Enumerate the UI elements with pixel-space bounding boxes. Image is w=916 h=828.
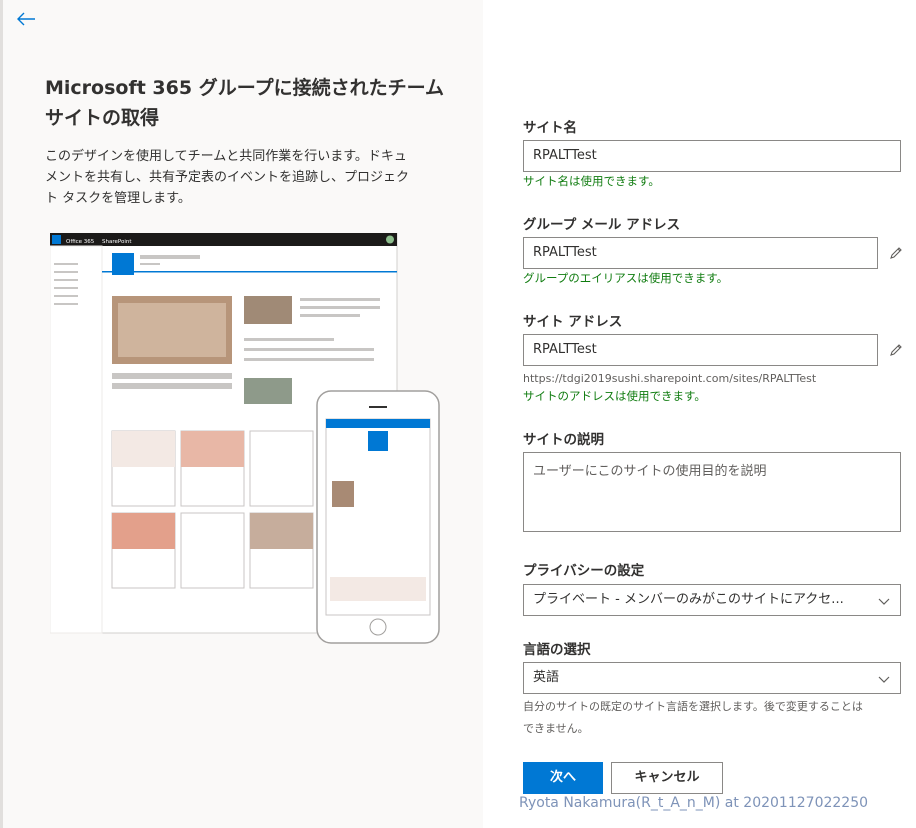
site-name-input[interactable]: RPALTTest: [523, 140, 901, 172]
site-address-status: サイトのアドレスは使用できます。: [523, 389, 706, 403]
edit-group-email-icon[interactable]: [888, 245, 904, 261]
site-address-input[interactable]: RPALTTest: [523, 334, 878, 366]
privacy-label: プライバシーの設定: [523, 563, 645, 579]
language-label: 言語の選択: [523, 642, 591, 658]
site-description-input[interactable]: ユーザーにこのサイトの使用目的を説明: [523, 452, 901, 532]
cancel-button[interactable]: キャンセル: [611, 762, 723, 794]
group-email-status: グループのエイリアスは使用できます。: [523, 271, 729, 285]
site-preview-illustration: Office 365 SharePoint: [49, 232, 442, 649]
back-arrow-icon[interactable]: [15, 8, 37, 30]
page-description: このデザインを使用してチームと共同作業を行います。ドキュ メントを共有し、共有予…: [45, 149, 410, 206]
language-select[interactable]: 英語: [523, 662, 901, 694]
site-name-label: サイト名: [523, 120, 577, 136]
preview-office-label: Office 365: [66, 239, 95, 245]
page-title: Microsoft 365 グループに接続されたチーム サイトの取得: [45, 77, 444, 129]
preview-app-label: SharePoint: [102, 239, 132, 245]
group-email-label: グループ メール アドレス: [523, 217, 681, 233]
privacy-select-value: プライベート - メンバーのみがこのサイトにアクセ...: [533, 592, 844, 607]
site-address-url: https://tdgi2019sushi.sharepoint.com/sit…: [523, 372, 817, 385]
form-panel: サイト名 RPALTTest サイト名は使用できます。 グループ メール アドレ…: [483, 0, 916, 828]
chevron-down-icon: [878, 676, 890, 683]
site-name-status: サイト名は使用できます。: [523, 174, 660, 188]
preview-graphic: Office 365 SharePoint: [49, 232, 440, 644]
privacy-select[interactable]: プライベート - メンバーのみがこのサイトにアクセ...: [523, 584, 901, 616]
language-select-value: 英語: [533, 670, 560, 685]
site-address-label: サイト アドレス: [523, 314, 623, 330]
group-email-input[interactable]: RPALTTest: [523, 237, 878, 269]
screenshot-watermark: Ryota Nakamura(R_t_A_n_M) at 20201127022…: [519, 795, 869, 811]
chevron-down-icon: [878, 598, 890, 605]
language-help-text: 自分のサイトの既定のサイト言語を選択します。後で変更することは できません。: [523, 700, 863, 735]
next-button[interactable]: 次へ: [523, 762, 603, 794]
left-panel: Microsoft 365 グループに接続されたチーム サイトの取得 このデザイ…: [0, 0, 483, 828]
edit-site-address-icon[interactable]: [888, 342, 904, 358]
site-description-label: サイトの説明: [523, 432, 604, 448]
